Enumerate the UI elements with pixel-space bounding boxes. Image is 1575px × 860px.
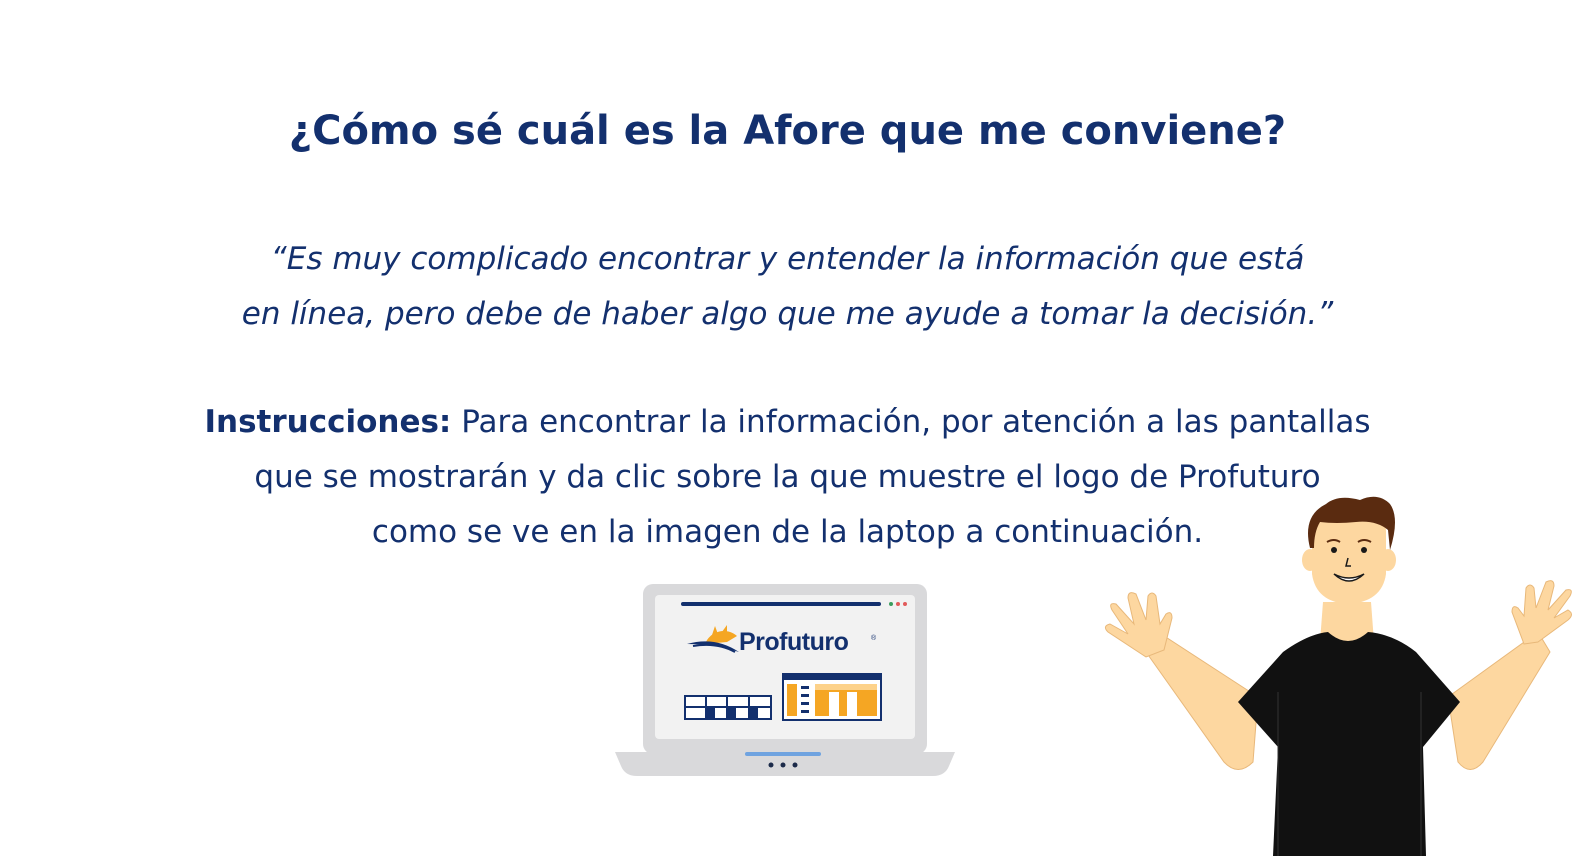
instructions-label: Instrucciones: [204,404,452,440]
quote-line-1: “Es muy complicado encontrar y entender … [270,241,1305,277]
laptop-illustration: Profuturo ® [615,582,955,778]
instructions-text-1: Para encontrar la información, por atenc… [451,404,1371,440]
instructions-line-1: Instrucciones: Para encontrar la informa… [0,395,1575,450]
testimonial-quote: “Es muy complicado encontrar y entender … [0,232,1575,342]
quote-line-2: en línea, pero debe de haber algo que me… [241,296,1334,332]
page-title: ¿Cómo sé cuál es la Afore que me convien… [288,108,1287,154]
laptop-registered-mark: ® [871,634,877,642]
person-illustration [1098,492,1575,856]
laptop-brand-text: Profuturo [739,628,849,656]
